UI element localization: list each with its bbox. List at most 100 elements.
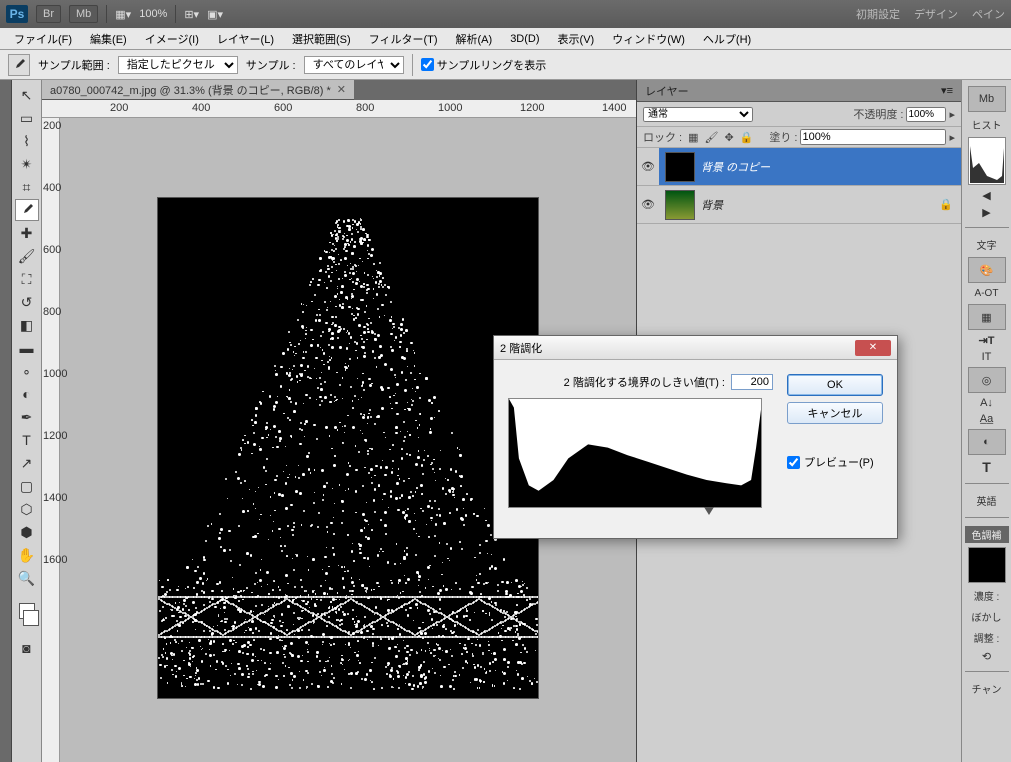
ok-button[interactable]: OK xyxy=(787,374,883,396)
lang-label[interactable]: 英語 xyxy=(977,492,997,509)
swatches-icon[interactable]: ▦ xyxy=(968,304,1006,330)
menu-help[interactable]: ヘルプ(H) xyxy=(695,28,759,50)
panel-menu-icon[interactable]: ▾≡ xyxy=(941,84,953,97)
opacity-flyout-icon[interactable]: ▸ xyxy=(949,108,955,121)
menu-filter[interactable]: フィルター(T) xyxy=(361,28,446,50)
arrange-icon[interactable]: ⊞▾ xyxy=(184,8,199,21)
layer-row[interactable]: 👁 背景 🔒 xyxy=(637,186,961,224)
close-icon[interactable]: ✕ xyxy=(855,340,891,356)
visibility-icon[interactable]: 👁 xyxy=(637,160,659,173)
pen-tool[interactable]: ✒ xyxy=(15,406,39,428)
ruler-tick: 1400 xyxy=(602,102,626,114)
revert-icon[interactable]: ⟲ xyxy=(982,650,991,663)
quickmask-toggle[interactable]: ◙ xyxy=(15,637,39,659)
shape-tool[interactable]: ▢ xyxy=(15,475,39,497)
menu-image[interactable]: イメージ(I) xyxy=(137,28,207,50)
hand-tool[interactable]: ✋ xyxy=(15,544,39,566)
fill-input[interactable] xyxy=(800,129,946,145)
layers-tab[interactable]: レイヤー ▾≡ xyxy=(637,80,961,102)
3d-tool[interactable]: ⬡ xyxy=(15,498,39,520)
zoom-level[interactable]: 100% xyxy=(139,8,167,20)
history-brush-tool[interactable]: ↺ xyxy=(15,291,39,313)
eyedropper-tool[interactable] xyxy=(15,199,39,221)
menu-layer[interactable]: レイヤー(L) xyxy=(209,28,282,50)
lasso-tool[interactable]: ⌇ xyxy=(15,130,39,152)
fill-flyout-icon[interactable]: ▸ xyxy=(949,131,955,144)
layer-thumbnail[interactable] xyxy=(665,152,695,182)
menu-3d[interactable]: 3D(D) xyxy=(502,30,547,48)
minibridge-button[interactable]: Mb xyxy=(69,5,98,23)
cancel-button[interactable]: キャンセル xyxy=(787,402,883,424)
ws-essentials[interactable]: 初期設定 xyxy=(856,6,900,22)
move-tool[interactable]: ↖ xyxy=(15,84,39,106)
menu-select[interactable]: 選択範囲(S) xyxy=(284,28,359,50)
kerning-icon[interactable]: A̲a̲ xyxy=(980,413,993,425)
color-adjust-thumb[interactable] xyxy=(968,547,1006,583)
background-color-swatch[interactable] xyxy=(23,610,39,626)
layer-thumbnail[interactable] xyxy=(665,190,695,220)
opacity-input[interactable] xyxy=(906,107,946,122)
marquee-tool[interactable]: ▭ xyxy=(15,107,39,129)
lock-all-icon[interactable]: 🔒 xyxy=(740,131,754,144)
ws-paint[interactable]: ペイン xyxy=(972,6,1005,22)
stamp-tool[interactable]: ⛶ xyxy=(15,268,39,290)
gradient-tool[interactable]: ▬ xyxy=(15,337,39,359)
menu-view[interactable]: 表示(V) xyxy=(550,28,603,50)
font-name[interactable]: A-OT xyxy=(975,287,999,300)
adjustments-icon[interactable]: ◐ xyxy=(968,429,1006,455)
blend-mode-select[interactable]: 通常 xyxy=(643,107,753,122)
bold-t-icon[interactable]: T xyxy=(982,459,991,475)
vertical-text-icon[interactable]: IT xyxy=(982,351,992,363)
tracking-icon[interactable]: A↓ xyxy=(980,397,993,409)
type-tool[interactable]: T xyxy=(15,429,39,451)
menu-analysis[interactable]: 解析(A) xyxy=(448,28,501,50)
visibility-icon[interactable]: 👁 xyxy=(637,198,659,211)
sample-ring-checkbox[interactable]: サンプルリングを表示 xyxy=(421,57,547,73)
screenmode-icon[interactable]: ▣▾ xyxy=(207,8,223,21)
histogram-mini[interactable] xyxy=(968,137,1006,185)
quickselect-tool[interactable]: ✴ xyxy=(15,153,39,175)
color-adjust-label[interactable]: 色調補 xyxy=(965,526,1009,543)
ws-design[interactable]: デザイン xyxy=(914,6,958,22)
slider-thumb-icon[interactable] xyxy=(704,507,714,515)
lock-pixels-icon[interactable]: 🖌 xyxy=(705,131,719,144)
indent-icon[interactable]: ⇥T xyxy=(979,334,995,347)
channel-label[interactable]: チャン xyxy=(972,680,1002,697)
close-icon[interactable]: ✕ xyxy=(337,83,346,96)
lock-position-icon[interactable]: ✥ xyxy=(725,131,734,144)
threshold-slider[interactable] xyxy=(508,508,773,520)
crop-tool[interactable]: ⌗ xyxy=(15,176,39,198)
nav-next-icon[interactable]: ▶ xyxy=(982,206,990,219)
character-label[interactable]: 文字 xyxy=(977,236,997,253)
sample-range-label: サンプル範囲 : xyxy=(38,57,110,73)
3d-camera-tool[interactable]: ⬢ xyxy=(15,521,39,543)
threshold-input[interactable] xyxy=(731,374,773,390)
ruler-tick: 1000 xyxy=(438,102,462,114)
menu-window[interactable]: ウィンドウ(W) xyxy=(604,28,693,50)
eyedropper-icon[interactable] xyxy=(8,54,30,76)
dodge-tool[interactable]: ◐ xyxy=(15,383,39,405)
layer-row[interactable]: 👁 背景 のコピー xyxy=(637,148,961,186)
collapsed-panel-left[interactable] xyxy=(0,80,12,762)
path-tool[interactable]: ↗ xyxy=(15,452,39,474)
sample-range-select[interactable]: 指定したピクセル xyxy=(118,56,238,74)
dialog-titlebar[interactable]: 2 階調化 ✕ xyxy=(494,336,897,360)
eraser-tool[interactable]: ◧ xyxy=(15,314,39,336)
view-mode-icon[interactable]: ▦▾ xyxy=(115,8,131,21)
menu-file[interactable]: ファイル(F) xyxy=(6,28,80,50)
blur-tool[interactable]: ∘ xyxy=(15,360,39,382)
menu-edit[interactable]: 編集(E) xyxy=(82,28,135,50)
preview-checkbox[interactable]: プレビュー(P) xyxy=(787,454,883,470)
palette-icon[interactable]: 🎨 xyxy=(968,257,1006,283)
bridge-button[interactable]: Br xyxy=(36,5,61,23)
nav-prev-icon[interactable]: ◀ xyxy=(982,189,990,202)
styles-icon[interactable]: ◎ xyxy=(968,367,1006,393)
minibridge-mini-icon[interactable]: Mb xyxy=(968,86,1006,112)
sample-layers-select[interactable]: すべてのレイヤー xyxy=(304,56,404,74)
lock-transparency-icon[interactable]: ▦ xyxy=(688,131,698,144)
brush-tool[interactable]: 🖌 xyxy=(15,245,39,267)
zoom-tool[interactable]: 🔍 xyxy=(15,567,39,589)
heal-tool[interactable]: ✚ xyxy=(15,222,39,244)
histogram-label[interactable]: ヒスト xyxy=(972,116,1002,133)
document-tab[interactable]: a0780_000742_m.jpg @ 31.3% (背景 のコピー, RGB… xyxy=(42,80,354,100)
